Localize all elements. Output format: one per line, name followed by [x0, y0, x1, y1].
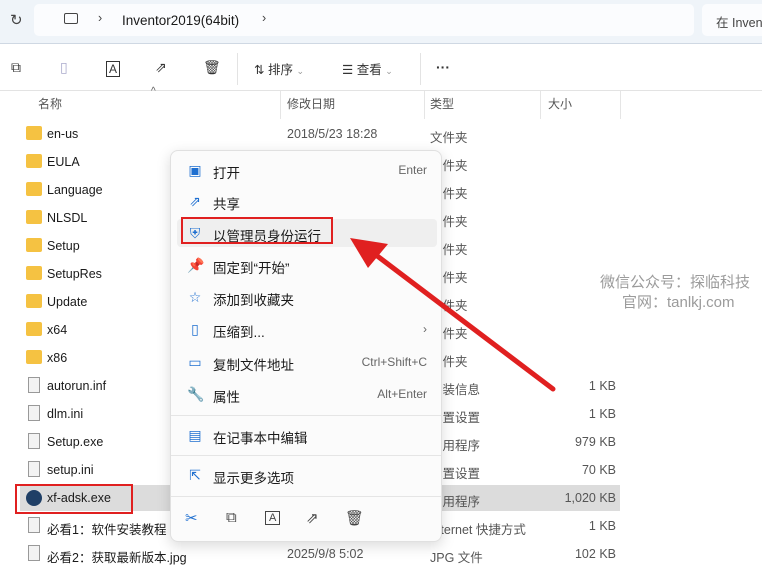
red-arrow	[350, 238, 556, 392]
